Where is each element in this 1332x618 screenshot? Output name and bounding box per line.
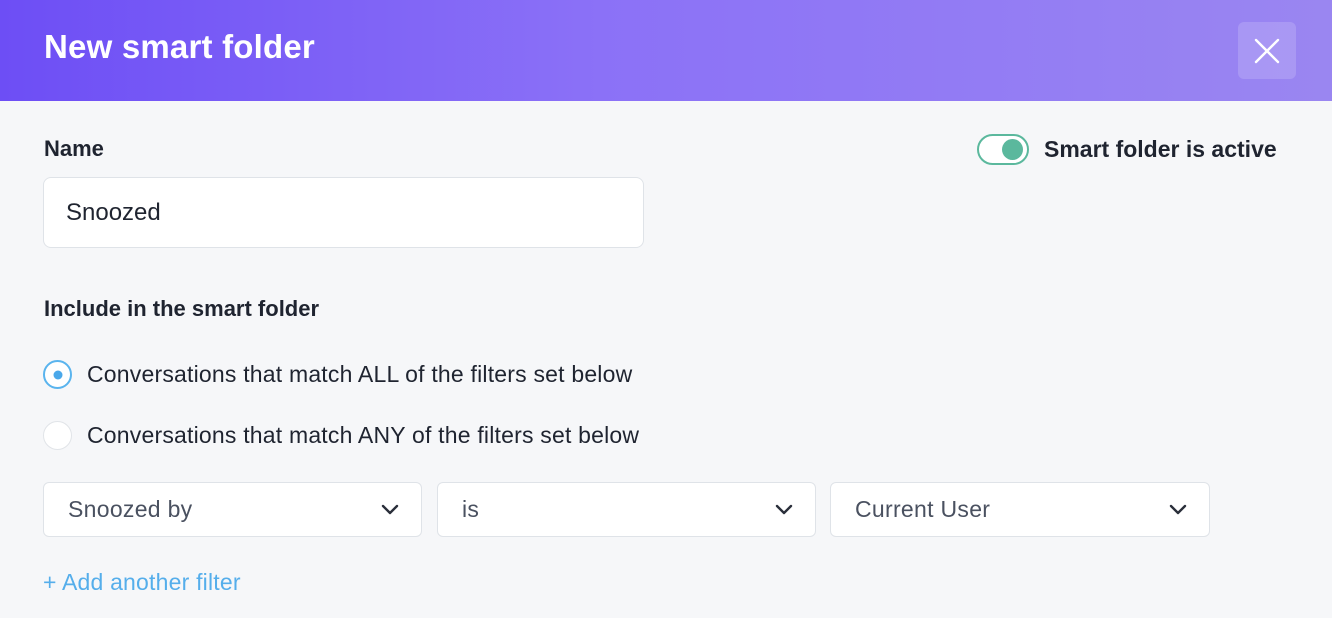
filter-field-select[interactable]: Snoozed by [43, 482, 422, 537]
filter-value-select[interactable]: Current User [830, 482, 1210, 537]
name-label: Name [44, 136, 104, 161]
active-toggle[interactable] [977, 134, 1029, 165]
chevron-down-icon [775, 504, 793, 514]
include-label: Include in the smart folder [44, 296, 320, 321]
match-any-label: Conversations that match ANY of the filt… [87, 422, 640, 448]
match-any-radio[interactable] [43, 421, 72, 450]
filter-operator-select[interactable]: is [437, 482, 816, 537]
match-any-option[interactable]: Conversations that match ANY of the filt… [43, 421, 639, 450]
filter-value-value: Current User [855, 496, 991, 522]
add-filter-link[interactable]: + Add another filter [43, 569, 241, 596]
active-toggle-label: Smart folder is active [1044, 136, 1277, 162]
name-input[interactable] [43, 177, 644, 248]
filter-field-value: Snoozed by [68, 496, 193, 522]
match-all-option[interactable]: Conversations that match ALL of the filt… [43, 360, 632, 389]
match-all-radio[interactable] [43, 360, 72, 389]
chevron-down-icon [1169, 504, 1187, 514]
close-button[interactable] [1238, 22, 1296, 79]
modal-title: New smart folder [44, 28, 315, 65]
match-all-label: Conversations that match ALL of the filt… [87, 361, 633, 387]
modal-header: New smart folder [0, 0, 1332, 101]
filter-operator-value: is [462, 496, 480, 522]
toggle-knob [1002, 139, 1023, 160]
chevron-down-icon [381, 504, 399, 514]
close-icon [1254, 38, 1280, 63]
